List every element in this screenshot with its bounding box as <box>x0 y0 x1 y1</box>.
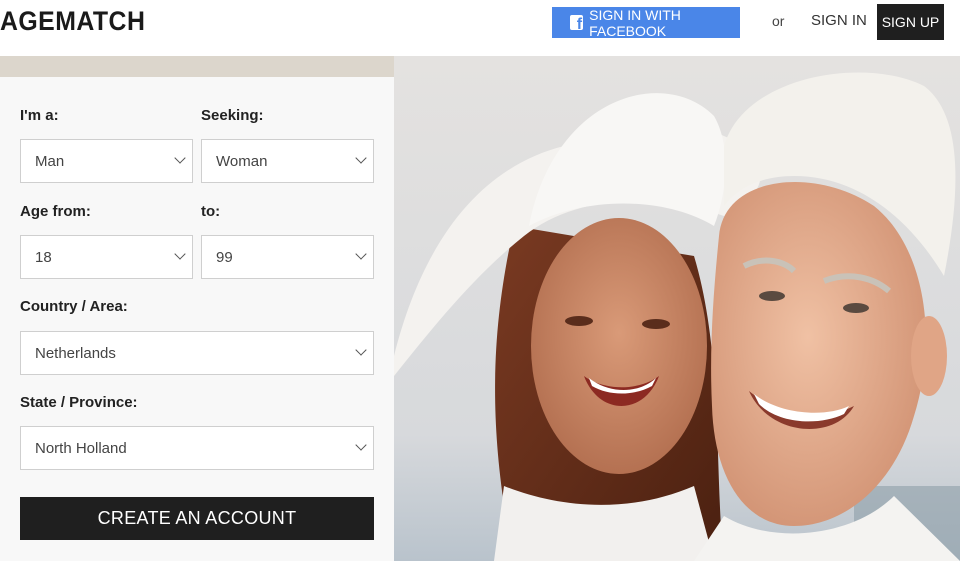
or-separator: or <box>772 13 785 29</box>
age-from-label: Age from: <box>20 203 91 220</box>
chevron-down-icon <box>355 152 367 164</box>
country-label: Country / Area: <box>20 298 128 315</box>
create-account-button[interactable]: CREATE AN ACCOUNT <box>20 497 374 540</box>
chevron-down-icon <box>355 439 367 451</box>
sign-in-link[interactable]: SIGN IN <box>811 12 867 29</box>
age-to-value: 99 <box>216 248 233 266</box>
facebook-signin-label: SIGN IN WITH FACEBOOK <box>589 6 681 39</box>
seeking-select[interactable]: Woman <box>201 139 374 183</box>
age-from-value: 18 <box>35 248 52 266</box>
facebook-icon: f <box>570 15 584 30</box>
im-a-value: Man <box>35 152 65 170</box>
country-value: Netherlands <box>35 344 116 362</box>
chevron-down-icon <box>174 152 186 164</box>
chevron-down-icon <box>355 344 367 356</box>
chevron-down-icon <box>355 248 367 260</box>
country-select[interactable]: Netherlands <box>20 331 374 375</box>
im-a-select[interactable]: Man <box>20 139 193 183</box>
signup-form: I'm a: Seeking: Man Woman Age from: to: … <box>0 77 394 561</box>
age-to-label: to: <box>201 203 221 220</box>
chevron-down-icon <box>174 248 186 260</box>
state-value: North Holland <box>35 439 127 457</box>
hero-photo <box>394 56 960 561</box>
facebook-signin-button[interactable]: f SIGN IN WITH FACEBOOK <box>552 6 740 39</box>
age-to-select[interactable]: 99 <box>201 235 374 279</box>
seeking-value: Woman <box>216 152 268 170</box>
seeking-label: Seeking: <box>201 107 264 124</box>
sign-up-button[interactable]: SIGN UP <box>877 4 944 40</box>
im-a-label: I'm a: <box>20 107 59 124</box>
site-header: AGEMATCH f SIGN IN WITH FACEBOOK or SIGN… <box>0 0 960 56</box>
couple-photo <box>394 56 960 561</box>
state-select[interactable]: North Holland <box>20 426 374 470</box>
site-logo[interactable]: AGEMATCH <box>0 6 145 37</box>
age-from-select[interactable]: 18 <box>20 235 193 279</box>
state-label: State / Province: <box>20 394 138 411</box>
